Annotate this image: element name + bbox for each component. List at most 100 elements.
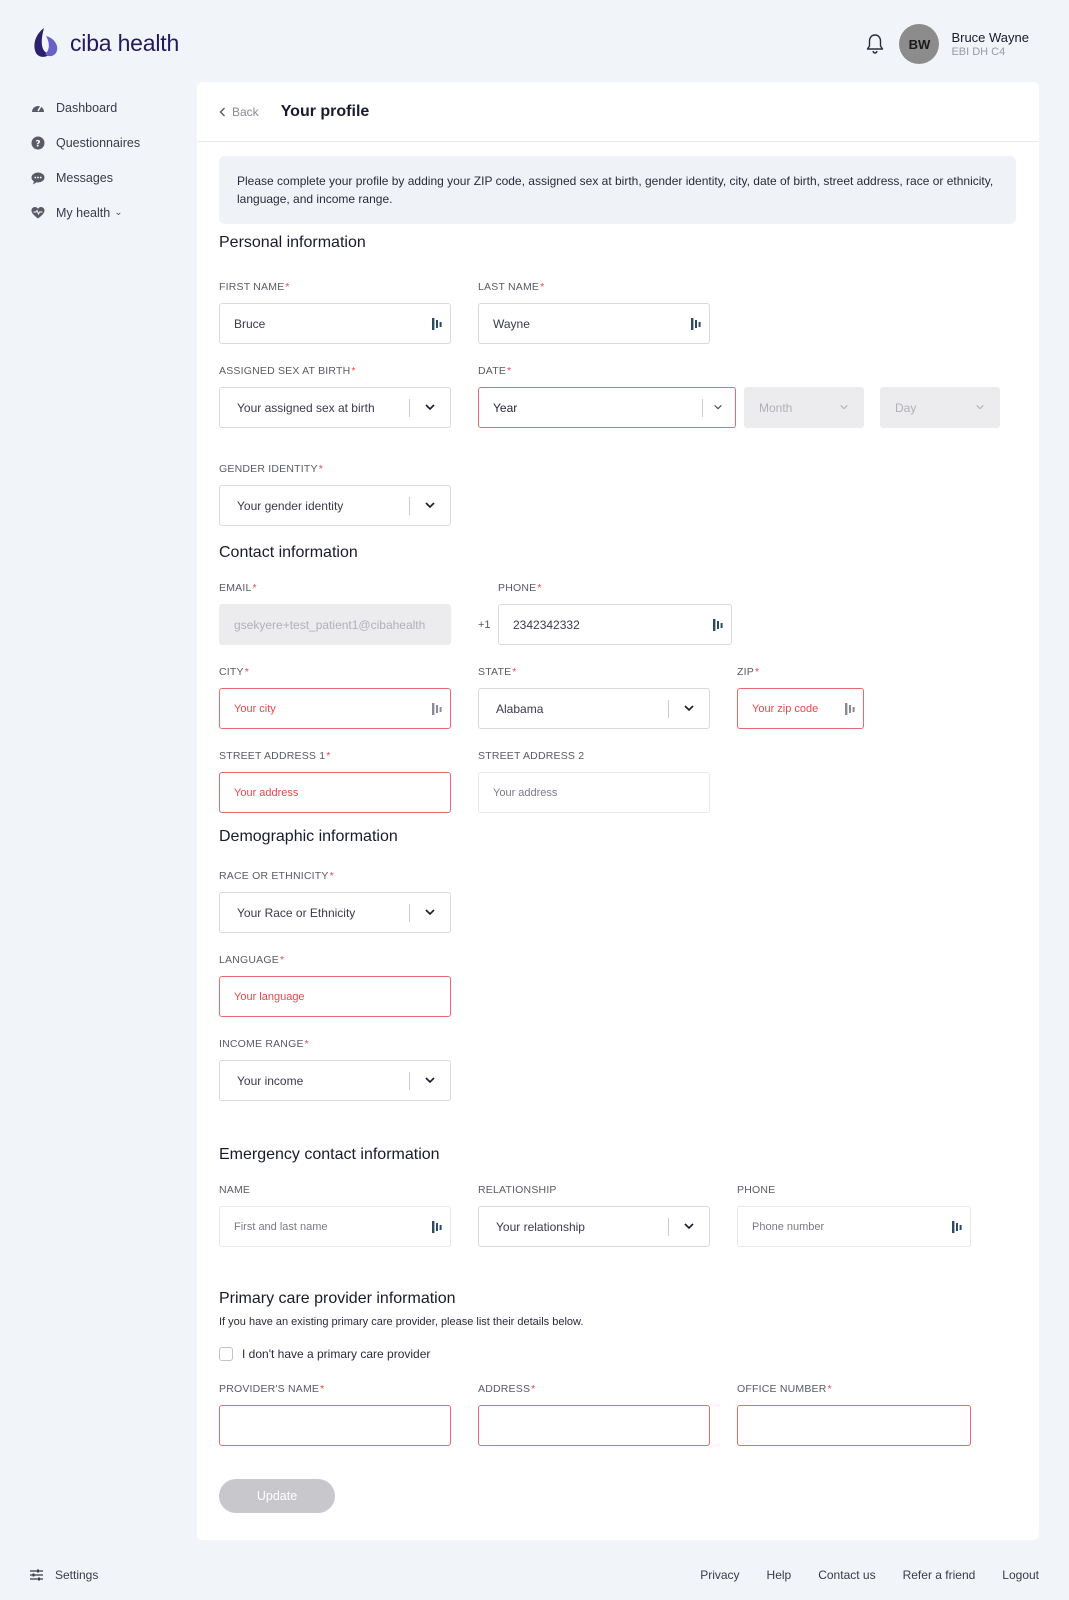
chevron-left-icon (219, 107, 225, 116)
gauge-icon (30, 100, 46, 116)
email-field[interactable]: gsekyere+test_patient1@cibahealth (219, 604, 451, 645)
section-title-demographic: Demographic information (219, 828, 398, 845)
pcp-note: If you have an existing primary care pro… (219, 1316, 584, 1328)
provider-address-field[interactable] (478, 1405, 710, 1446)
autofill-icon (432, 318, 442, 330)
sidebar-item-label: My health (56, 205, 111, 220)
race-select[interactable]: Your Race or Ethnicity (219, 892, 451, 933)
chevron-down-icon (684, 705, 694, 712)
street1-field[interactable]: Your address (219, 772, 451, 813)
sidebar-item-label: Dashboard (56, 100, 118, 115)
chevron-down-icon (425, 404, 435, 411)
settings-link[interactable]: Settings (30, 1568, 98, 1582)
chevron-down-icon (425, 502, 435, 509)
year-select[interactable]: Year (478, 387, 736, 428)
sex-select[interactable]: Your assigned sex at birth (219, 387, 451, 428)
brand-logo[interactable]: ciba health (30, 26, 179, 60)
emergency-phone-label: PHONE (737, 1184, 776, 1196)
heart-icon (30, 205, 46, 221)
sidebar-item-dashboard[interactable]: Dashboard (30, 90, 140, 125)
chevron-down-icon (714, 404, 722, 410)
chat-icon (30, 170, 46, 186)
last-name-field[interactable]: Wayne (478, 303, 710, 344)
sidebar-item-label: Questionnaires (56, 135, 141, 150)
no-pcp-checkbox-row[interactable]: I don't have a primary care provider (219, 1347, 430, 1361)
phone-field[interactable]: 2342342332 (498, 604, 732, 645)
chevron-down-icon: ⌄ (114, 207, 123, 218)
user-name: Bruce Wayne (951, 30, 1029, 45)
profile-notice: Please complete your profile by adding y… (219, 156, 1016, 224)
question-icon: ? (30, 135, 46, 151)
brand-name: ciba health (70, 29, 180, 56)
chevron-down-icon (425, 1077, 435, 1084)
phone-label: PHONE* (498, 582, 542, 594)
update-button[interactable]: Update (219, 1479, 335, 1513)
language-label: LANGUAGE* (219, 954, 285, 966)
city-field[interactable]: Your city (219, 688, 451, 729)
autofill-icon (952, 1221, 962, 1233)
footer-link-refer[interactable]: Refer a friend (903, 1568, 976, 1582)
language-field[interactable]: Your language (219, 976, 451, 1017)
city-label: CITY* (219, 666, 250, 678)
chevron-down-icon (840, 404, 848, 410)
avatar[interactable]: BW (899, 24, 940, 64)
settings-label: Settings (55, 1568, 99, 1582)
page-title: Your profile (280, 102, 370, 120)
income-label: INCOME RANGE* (219, 1038, 309, 1050)
race-label: RACE OR ETHNICITY* (219, 870, 334, 882)
relationship-select[interactable]: Your relationship (478, 1206, 710, 1247)
zip-label: ZIP* (737, 666, 760, 678)
svg-text:?: ? (35, 139, 40, 149)
section-title-personal: Personal information (219, 234, 366, 251)
state-label: STATE* (478, 666, 517, 678)
provider-name-label: PROVIDER'S NAME* (219, 1383, 325, 1395)
sidebar-item-label: Messages (56, 170, 113, 185)
sidebar-item-questionnaires[interactable]: ? Questionnaires (30, 125, 140, 160)
no-pcp-checkbox[interactable] (219, 1347, 233, 1361)
relationship-label: RELATIONSHIP (478, 1184, 557, 1196)
day-select[interactable]: Day (880, 387, 1000, 428)
profile-card: Back Your profile Please complete your p… (197, 82, 1039, 1540)
office-number-label: OFFICE NUMBER* (737, 1383, 832, 1395)
emergency-phone-field[interactable]: Phone number (737, 1206, 971, 1247)
first-name-field[interactable]: Bruce (219, 303, 451, 344)
back-button[interactable]: Back (219, 105, 259, 119)
street2-field[interactable]: Your address (478, 772, 710, 813)
gender-select[interactable]: Your gender identity (219, 485, 451, 526)
bell-icon[interactable] (863, 32, 887, 56)
chevron-down-icon (425, 909, 435, 916)
user-subtitle: EBI DH C4 (951, 46, 1006, 58)
income-select[interactable]: Your income (219, 1060, 451, 1101)
footer-links: Privacy Help Contact us Refer a friend L… (700, 1568, 1039, 1582)
autofill-icon (432, 1221, 442, 1233)
footer-link-privacy[interactable]: Privacy (700, 1568, 739, 1582)
emergency-name-field[interactable]: First and last name (219, 1206, 451, 1247)
back-label: Back (232, 104, 259, 119)
footer-link-logout[interactable]: Logout (1002, 1568, 1039, 1582)
state-select[interactable]: Alabama (478, 688, 710, 729)
email-label: EMAIL* (219, 582, 257, 594)
footer-link-help[interactable]: Help (767, 1568, 792, 1582)
autofill-icon (845, 703, 855, 715)
autofill-icon (432, 703, 442, 715)
section-title-emergency: Emergency contact information (219, 1146, 440, 1163)
footer-link-contact[interactable]: Contact us (818, 1568, 875, 1582)
zip-field[interactable]: Your zip code (737, 688, 864, 729)
card-header: Back Your profile (197, 82, 1039, 142)
month-select[interactable]: Month (744, 387, 864, 428)
section-title-contact: Contact information (219, 544, 358, 561)
office-number-field[interactable] (737, 1405, 971, 1446)
emergency-name-label: NAME (219, 1184, 251, 1196)
autofill-icon (691, 318, 701, 330)
first-name-label: FIRST NAME* (219, 281, 290, 293)
no-pcp-label: I don't have a primary care provider (242, 1347, 431, 1361)
chevron-down-icon (684, 1223, 694, 1230)
street2-label: STREET ADDRESS 2 (478, 750, 585, 762)
autofill-icon (713, 619, 723, 631)
sliders-icon (30, 1569, 43, 1581)
street1-label: STREET ADDRESS 1* (219, 750, 331, 762)
gender-label: GENDER IDENTITY* (219, 463, 323, 475)
sidebar-item-my-health[interactable]: My health ⌄ (30, 195, 140, 230)
provider-name-field[interactable] (219, 1405, 451, 1446)
sidebar-item-messages[interactable]: Messages (30, 160, 140, 195)
